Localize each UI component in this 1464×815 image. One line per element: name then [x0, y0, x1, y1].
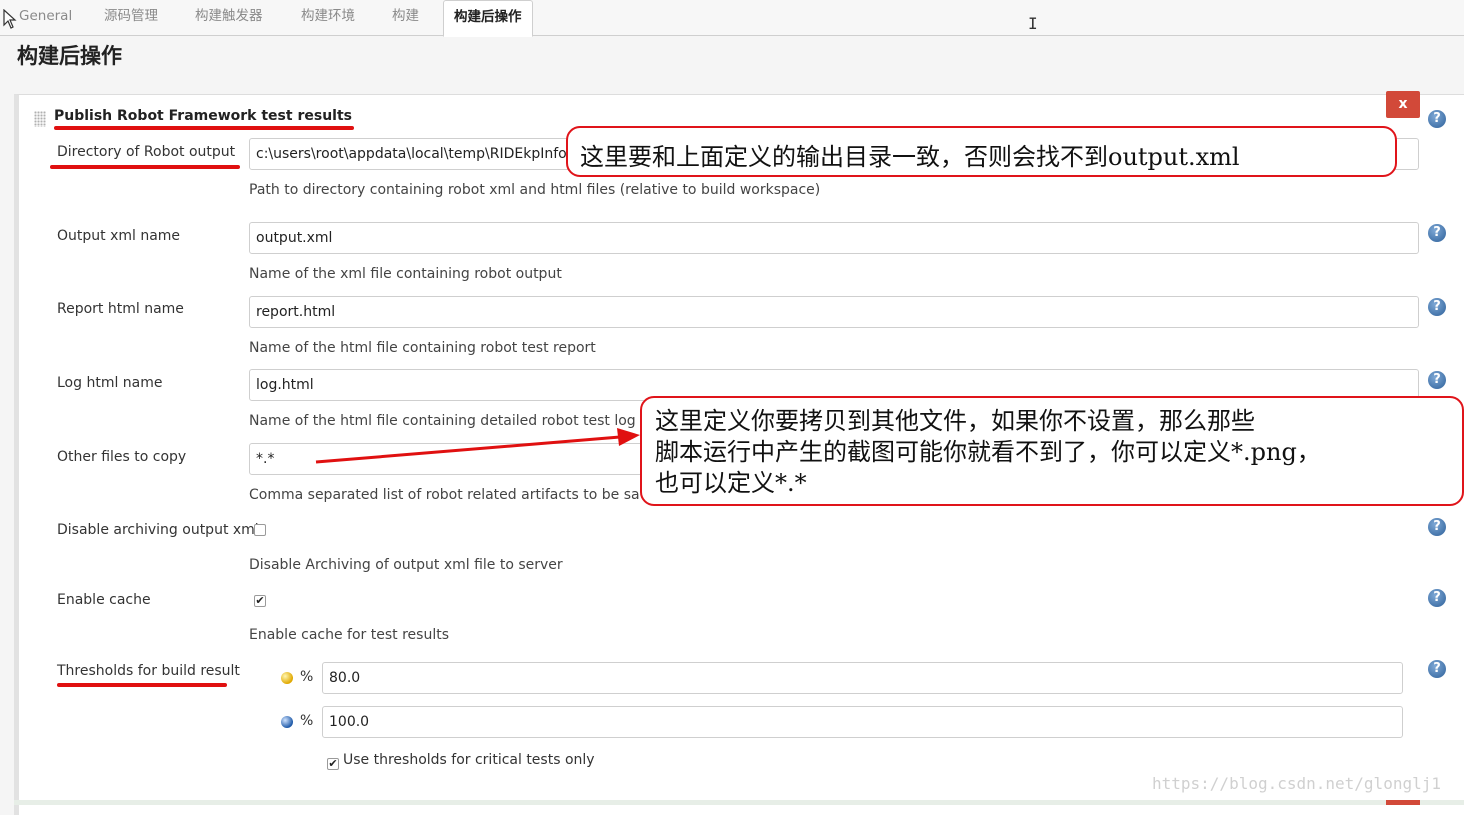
annotation-callout-directory: 这里要和上面定义的输出目录一致，否则会找不到output.xml: [566, 126, 1397, 177]
callout-line: 脚本运行中产生的截图可能你就看不到了，你可以定义*.png，: [655, 438, 1321, 466]
watermark: https://blog.csdn.net/glonglj1: [1152, 774, 1441, 793]
callout-line: 这里定义你要拷贝到其他文件，如果你不设置，那么那些: [655, 407, 1255, 435]
callout-line: 也可以定义*.*: [655, 469, 807, 497]
annotation-callout-other-files: 这里定义你要拷贝到其他文件，如果你不设置，那么那些 脚本运行中产生的截图可能你就…: [640, 396, 1464, 506]
bottom-divider: [14, 800, 1464, 805]
next-delete-button-edge: [1386, 800, 1420, 805]
